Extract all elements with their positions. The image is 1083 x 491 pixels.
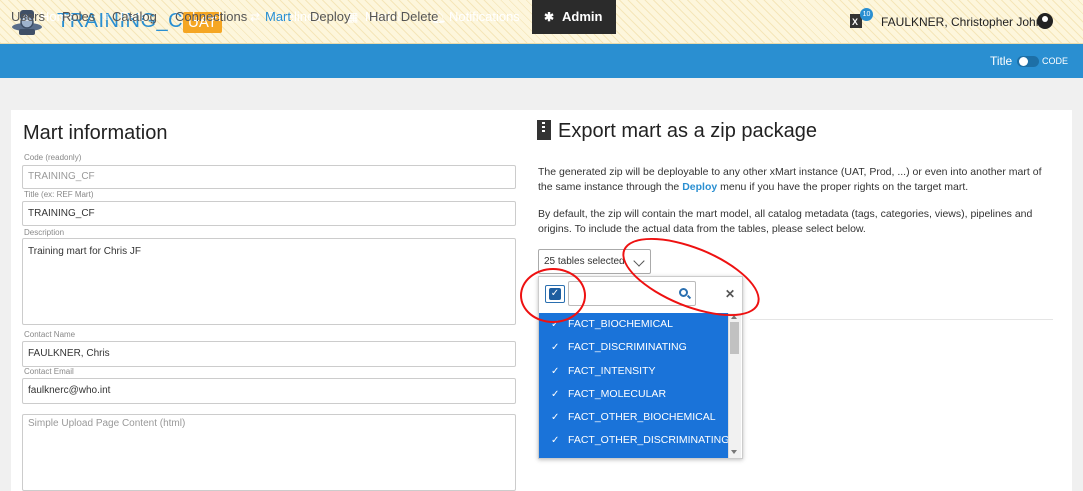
scroll-down-icon[interactable] bbox=[731, 450, 737, 454]
dropdown-options-list: ✓ FACT_BIOCHEMICAL ✓ FACT_DISCRIMINATING ✓… bbox=[539, 313, 728, 458]
deploy-link[interactable]: Deploy bbox=[682, 181, 717, 193]
subnav-users[interactable]: Users bbox=[11, 9, 45, 24]
title-label: Title (ex: REF Mart) bbox=[24, 190, 94, 199]
subnav-hard-delete[interactable]: Hard Delete bbox=[369, 9, 438, 24]
check-icon: ✓ bbox=[551, 412, 560, 424]
notification-count-badge: 10 bbox=[860, 8, 873, 21]
option-label: FACT_OTHER_DISCRIMINATING bbox=[568, 434, 728, 447]
contact-name-field[interactable]: FAULKNER, Chris bbox=[22, 341, 516, 367]
subnav-mart[interactable]: Mart bbox=[265, 9, 291, 24]
code-label: Code (readonly) bbox=[24, 153, 82, 162]
svg-text:X: X bbox=[852, 17, 858, 27]
export-data-note: By default, the zip will contain the mar… bbox=[538, 208, 1033, 235]
nav-notifications-label: Notifications bbox=[449, 9, 520, 24]
pipeline-icon: ⇄ bbox=[250, 10, 261, 24]
mart-info-heading: Mart information bbox=[23, 122, 168, 144]
dropdown-option[interactable]: ✓ FACT_OTHER_BIOCHEMICAL bbox=[539, 406, 728, 429]
annotation-circle-checkbox bbox=[520, 268, 586, 323]
nav-admin[interactable]: ✱ Admin bbox=[532, 0, 616, 34]
contact-email-field[interactable]: faulknerc@who.int bbox=[22, 378, 516, 404]
dropdown-option[interactable]: ✓ FACT_MOLECULAR bbox=[539, 383, 728, 406]
description-field[interactable]: Training mart for Chris JF bbox=[22, 238, 516, 325]
admin-subnav bbox=[0, 78, 1083, 110]
tables-selected-label: 25 tables selected bbox=[544, 256, 625, 267]
zip-file-icon bbox=[537, 120, 551, 140]
code-toggle-label: CODE bbox=[1042, 56, 1069, 66]
dropdown-option[interactable]: ✓ FACT_OTHER_DISCRIMINATING bbox=[539, 429, 728, 452]
title-toggle-label: Title bbox=[990, 54, 1013, 68]
option-label: FACT_OTHER_BIOCHEMICAL bbox=[568, 411, 716, 424]
nav-admin-label: Admin bbox=[562, 9, 603, 24]
main-navbar bbox=[0, 44, 1083, 78]
export-description: The generated zip will be deployable to … bbox=[538, 165, 1053, 195]
check-icon: ✓ bbox=[551, 342, 560, 354]
section-divider bbox=[750, 319, 1053, 320]
dropdown-option[interactable]: ✓ FACT_INTENSITY bbox=[539, 360, 728, 383]
description-label: Description bbox=[24, 228, 65, 237]
subnav-roles[interactable]: Roles bbox=[62, 9, 95, 24]
option-label: FACT_BIOCHEMICAL bbox=[568, 318, 674, 330]
dropdown-option[interactable]: ✓ FACT_DISCRIMINATING bbox=[539, 336, 728, 359]
option-label: FACT_MOLECULAR bbox=[568, 387, 667, 400]
option-label: FACT_INTENSITY bbox=[568, 364, 656, 377]
scrollbar-thumb[interactable] bbox=[730, 322, 739, 354]
contact-email-label: Contact Email bbox=[24, 367, 74, 376]
option-label: FACT_DISCRIMINATING bbox=[568, 341, 687, 354]
upload-page-content-field[interactable]: Simple Upload Page Content (html) bbox=[22, 414, 516, 491]
contact-name-label: Contact Name bbox=[24, 330, 76, 339]
title-field[interactable]: TRAINING_CF bbox=[22, 201, 516, 226]
user-name[interactable]: FAULKNER, Christopher John bbox=[881, 15, 1042, 29]
export-description-end: menu if you have the proper rights on th… bbox=[717, 181, 969, 193]
gear-icon: ✱ bbox=[544, 10, 555, 24]
check-icon: ✓ bbox=[551, 365, 560, 377]
export-heading-text: Export mart as a zip package bbox=[558, 120, 818, 142]
subnav-catalog[interactable]: Catalog bbox=[112, 9, 157, 24]
user-avatar-icon[interactable] bbox=[1037, 13, 1053, 29]
title-code-toggle[interactable] bbox=[1017, 56, 1039, 67]
subnav-connections[interactable]: Connections bbox=[175, 9, 247, 24]
subnav-deploy[interactable]: Deploy bbox=[310, 9, 350, 24]
code-field: TRAINING_CF bbox=[22, 165, 516, 189]
check-icon: ✓ bbox=[551, 435, 560, 447]
export-heading: Export mart as a zip package bbox=[537, 120, 817, 143]
check-icon: ✓ bbox=[551, 388, 560, 400]
